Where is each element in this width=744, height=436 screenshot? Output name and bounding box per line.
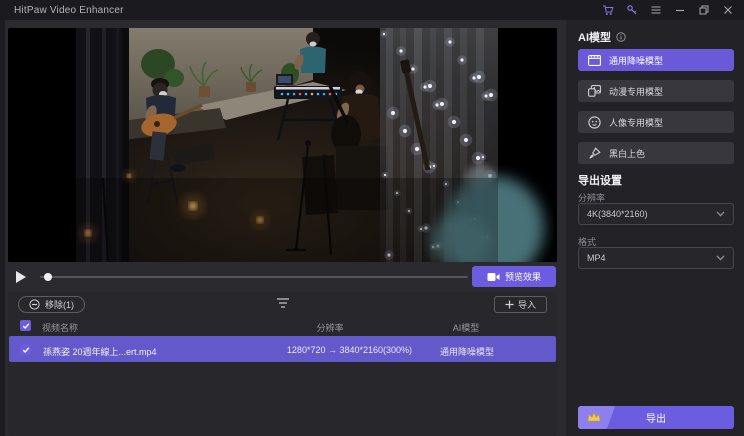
filter-icon[interactable] — [276, 297, 290, 309]
player-controls: 预览效果 — [8, 266, 557, 288]
video-scene — [8, 28, 557, 262]
column-model: AI模型 — [436, 321, 496, 334]
ai-models-header: AI模型 — [578, 29, 626, 45]
paint-brush-icon — [588, 147, 601, 160]
file-table-header: 视频名称 分辨率 AI模型 — [8, 318, 557, 334]
export-button[interactable]: 导出 — [578, 406, 734, 429]
resolution-value: 4K(3840*2160) — [587, 209, 648, 219]
minimize-icon[interactable] — [673, 4, 686, 17]
remove-minus-icon — [29, 299, 40, 310]
resolution-to: 3840*2160(300%) — [340, 345, 413, 355]
ai-models-title: AI模型 — [578, 29, 611, 45]
resolution-from: 1280*720 — [287, 345, 326, 355]
file-row[interactable]: 孫燕姿 20週年線上...ert.mp4 1280*720 → 3840*216… — [9, 336, 556, 362]
app-window: HitPaw Video Enhancer — [0, 0, 744, 436]
format-value: MP4 — [587, 253, 606, 263]
arrow-icon: → — [328, 345, 337, 355]
progress-handle[interactable] — [44, 273, 52, 281]
import-label: 导入 — [518, 298, 536, 311]
remove-button[interactable]: 移除(1) — [18, 296, 85, 313]
video-preview[interactable] — [8, 28, 557, 262]
format-dropdown[interactable]: MP4 — [578, 247, 734, 269]
model-label: 黑白上色 — [609, 147, 645, 160]
row-checkbox[interactable] — [20, 344, 31, 355]
file-name: 孫燕姿 20週年線上...ert.mp4 — [43, 345, 157, 358]
info-icon[interactable] — [616, 32, 626, 42]
crown-icon — [586, 410, 602, 424]
portrait-face-icon — [588, 116, 601, 129]
camera-icon — [487, 272, 500, 282]
restore-icon[interactable] — [697, 4, 710, 17]
progress-bar[interactable] — [40, 276, 468, 278]
cart-icon[interactable] — [601, 4, 614, 17]
file-list-panel: 移除(1) 导入 视频名称 分辨率 AI模型 孫燕姿 20週年線上...ert.… — [8, 292, 557, 436]
sidebar: AI模型 通用降噪模型 动漫专用模型 人像专用模型 黑白上色 导出设置 分辨率 … — [566, 20, 744, 436]
film-frame-icon — [588, 55, 601, 66]
model-button-colorize[interactable]: 黑白上色 — [578, 142, 734, 164]
column-resolution: 分辨率 — [293, 321, 367, 334]
export-label: 导出 — [646, 410, 666, 425]
plus-icon — [505, 300, 514, 309]
play-icon[interactable] — [14, 269, 28, 285]
anime-photos-icon — [588, 85, 601, 97]
window-edge — [0, 0, 5, 436]
chevron-down-icon — [716, 211, 725, 217]
preview-effect-label: 预览效果 — [505, 270, 541, 283]
titlebar-icons — [601, 4, 744, 17]
model-label: 动漫专用模型 — [609, 85, 663, 98]
key-icon[interactable] — [625, 4, 638, 17]
model-button-general-denoise[interactable]: 通用降噪模型 — [578, 49, 734, 71]
file-toolbar: 移除(1) 导入 — [8, 292, 557, 316]
menu-icon[interactable] — [649, 4, 662, 17]
titlebar: HitPaw Video Enhancer — [0, 0, 744, 20]
remove-label: 移除(1) — [45, 298, 74, 311]
close-icon[interactable] — [721, 4, 734, 17]
app-title: HitPaw Video Enhancer — [14, 5, 124, 16]
resolution-dropdown[interactable]: 4K(3840*2160) — [578, 203, 734, 225]
model-button-anime[interactable]: 动漫专用模型 — [578, 80, 734, 102]
file-model: 通用降噪模型 — [429, 345, 505, 358]
model-label: 通用降噪模型 — [609, 54, 663, 67]
export-settings-header: 导出设置 — [578, 172, 622, 188]
preview-effect-button[interactable]: 预览效果 — [472, 266, 556, 287]
select-all-checkbox[interactable] — [20, 320, 31, 331]
import-button[interactable]: 导入 — [494, 296, 547, 313]
column-name: 视频名称 — [42, 321, 78, 334]
model-button-portrait[interactable]: 人像专用模型 — [578, 111, 734, 133]
file-resolution: 1280*720 → 3840*2160(300%) — [277, 345, 422, 355]
model-label: 人像专用模型 — [609, 116, 663, 129]
chevron-down-icon — [716, 255, 725, 261]
